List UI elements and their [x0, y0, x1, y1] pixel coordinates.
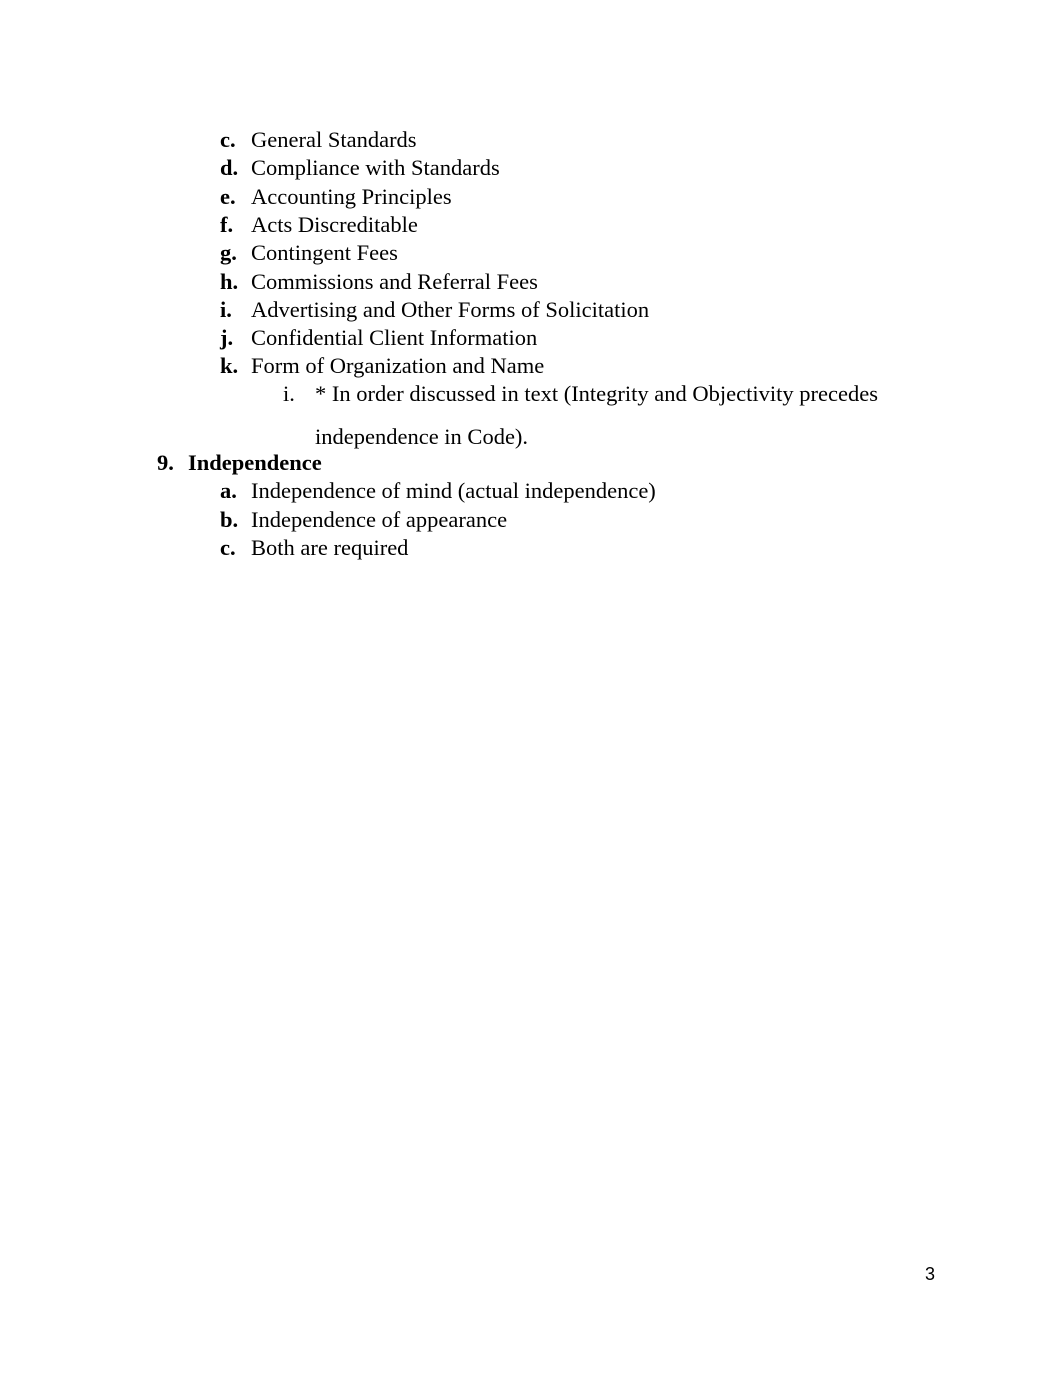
- list-item-marker: e.: [220, 183, 236, 209]
- list-item-label: Independence of mind (actual independenc…: [251, 478, 656, 504]
- list-item-marker: b.: [220, 506, 239, 532]
- list-item-marker: c.: [220, 534, 236, 560]
- document-page: c. General Standards d. Compliance with …: [0, 0, 1062, 1377]
- list-item-marker: f.: [220, 211, 234, 237]
- sub-note-line-2: independence in Code).: [315, 424, 529, 449]
- list-item-label: Advertising and Other Forms of Solicitat…: [251, 296, 650, 322]
- list-item-marker: d.: [220, 155, 239, 181]
- list-item-label: Acts Discreditable: [251, 211, 418, 237]
- list-item-label: General Standards: [251, 127, 417, 152]
- list-item-label: Form of Organization and Name: [251, 353, 545, 379]
- list-item-marker: k.: [220, 353, 239, 379]
- list-item-marker: j.: [220, 325, 234, 351]
- list-item-marker: g.: [220, 240, 237, 266]
- list-item-marker: a.: [220, 478, 237, 504]
- section-marker: 9.: [157, 450, 174, 475]
- sub-note-marker: i.: [283, 381, 295, 406]
- list-item-label: Compliance with Standards: [251, 155, 500, 181]
- list-item-label: Confidential Client Information: [251, 325, 538, 351]
- list-item-label: Accounting Principles: [251, 183, 452, 209]
- list-item-marker: i.: [220, 296, 232, 322]
- list-item-label: Contingent Fees: [251, 240, 398, 266]
- list-item-marker: c.: [220, 127, 236, 152]
- list-item-label: Independence of appearance: [251, 506, 508, 532]
- sub-note-line-1: * In order discussed in text (Integrity …: [315, 381, 878, 406]
- section-heading: Independence: [188, 450, 322, 475]
- list-item-label: Commissions and Referral Fees: [251, 268, 538, 294]
- list-item-label: Both are required: [251, 534, 409, 560]
- list-item-marker: h.: [220, 268, 239, 294]
- page-number: 3: [924, 1264, 935, 1284]
